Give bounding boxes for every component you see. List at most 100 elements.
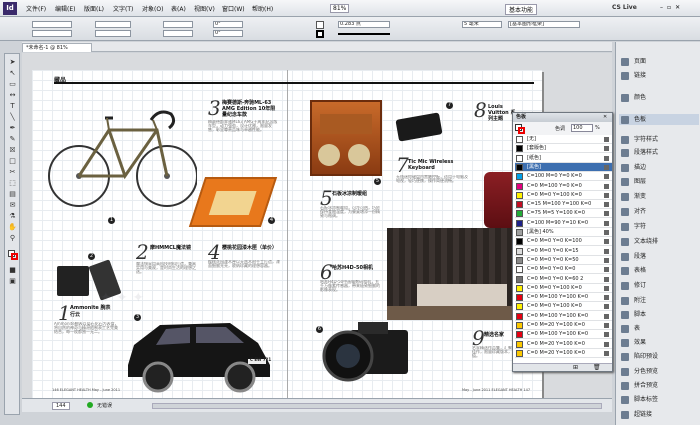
swatch-item[interactable]: C=0 M=0 Y=0 K=15: [515, 247, 612, 256]
swatch-item[interactable]: C=0 M=100 Y=0 K=0: [515, 182, 612, 191]
swatch-item[interactable]: C=0 M=100 Y=100 K=0: [515, 312, 612, 321]
dock-flattener-preview[interactable]: 拼合预览: [619, 380, 699, 391]
dock-trap-presets[interactable]: 陷印预设: [619, 351, 699, 362]
note-tool-icon[interactable]: ✉: [7, 201, 18, 210]
swatch-item[interactable]: C=0 M=0 Y=0 K=0: [515, 265, 612, 275]
apply-color-icon[interactable]: ■: [7, 266, 18, 275]
free-transform-tool-icon[interactable]: ⬚: [7, 179, 18, 188]
x-field[interactable]: [32, 21, 72, 28]
zoom-level[interactable]: 81%: [330, 4, 350, 13]
dock-track-changes[interactable]: 修订: [619, 280, 699, 291]
scale-x-field[interactable]: [163, 21, 193, 28]
menu-edit[interactable]: 编辑(E): [55, 4, 75, 13]
menu-table[interactable]: 表(A): [171, 4, 186, 13]
direct-selection-tool-icon[interactable]: ↖: [7, 69, 18, 78]
window-controls[interactable]: –▫✕: [660, 4, 684, 11]
swatch-item[interactable]: C=0 M=20 Y=100 K=0: [515, 321, 612, 330]
swatch-item[interactable]: [纸色]: [515, 154, 612, 163]
document-tab[interactable]: *未命名-1 @ 81%: [22, 43, 92, 52]
gap-tool-icon[interactable]: ↔: [7, 91, 18, 100]
menu-view[interactable]: 视图(V): [194, 4, 215, 13]
swatch-item[interactable]: C=0 M=100 Y=100 K=0: [515, 330, 612, 340]
dock-color[interactable]: 颜色: [619, 92, 699, 103]
swatch-item[interactable]: C=15 M=100 Y=100 K=0: [515, 200, 612, 210]
stroke-weight-field[interactable]: 0.283 点: [338, 21, 390, 28]
line-tool-icon[interactable]: ╲: [7, 113, 18, 122]
y-field[interactable]: [32, 30, 72, 37]
dock-swatches[interactable]: 色板: [619, 114, 699, 125]
swatch-item[interactable]: C=75 M=5 Y=100 K=0: [515, 209, 612, 219]
swatch-item[interactable]: C=0 M=0 Y=100 K=0: [515, 191, 612, 200]
dock-links[interactable]: 链接: [619, 70, 699, 81]
dock-gradient[interactable]: 渐变: [619, 191, 699, 202]
fill-swatch[interactable]: [316, 21, 324, 29]
menu-type[interactable]: 文字(T): [113, 4, 133, 13]
swatch-item[interactable]: C=0 M=20 Y=100 K=0: [515, 349, 612, 358]
dock-separations-preview[interactable]: 分色预览: [619, 366, 699, 377]
rotation-field[interactable]: 0°: [213, 21, 243, 28]
wooden-box-image[interactable]: [310, 100, 382, 176]
dock-pages[interactable]: 页面: [619, 56, 699, 67]
selection-tool-icon[interactable]: ➤: [7, 58, 18, 67]
scissors-tool-icon[interactable]: ✂: [7, 168, 18, 177]
stroke-icon[interactable]: [11, 253, 18, 260]
swatch-item[interactable]: [黑色] 40%: [515, 228, 612, 237]
swatch-list[interactable]: [无] [套版色] [纸色] [黑色] C=100 M=0 Y=0 K=0 C=0 M=1…: [513, 135, 612, 363]
scale-y-field[interactable]: [163, 30, 193, 37]
tint-field[interactable]: 100: [571, 124, 593, 132]
menu-help[interactable]: 帮助(H): [252, 4, 273, 13]
dock-align[interactable]: 对齐: [619, 206, 699, 217]
cs-live[interactable]: CS Live: [612, 4, 637, 11]
height-field[interactable]: [95, 30, 131, 37]
page-number-field[interactable]: 144: [52, 402, 70, 410]
page-spread[interactable]: 藏品 1 4 3 梅赛德斯-奔驰ML-63 AMG Edition 10年限量纪…: [32, 70, 542, 398]
mirror-device-image[interactable]: [57, 266, 89, 296]
dock-text-wrap[interactable]: 文本绕排: [619, 236, 699, 247]
dock-character-styles[interactable]: 字符样式: [619, 134, 699, 145]
gradient-tool-icon[interactable]: ▤: [7, 190, 18, 199]
swatch-item[interactable]: C=0 M=0 Y=100 K=0: [515, 302, 612, 312]
swatch-item[interactable]: C=0 M=0 Y=0 K=100: [515, 237, 612, 247]
rectangle-tool-icon[interactable]: □: [7, 157, 18, 166]
swatch-item[interactable]: C=0 M=20 Y=100 K=0: [515, 340, 612, 349]
menu-window[interactable]: 窗口(W): [222, 4, 245, 13]
dock-paragraph[interactable]: 段落: [619, 251, 699, 262]
swatch-item[interactable]: C=0 M=0 Y=0 K=60 2: [515, 275, 612, 284]
menu-file[interactable]: 文件(F): [26, 4, 46, 13]
swatch-item[interactable]: C=100 M=0 Y=0 K=0: [515, 172, 612, 182]
width-field[interactable]: [95, 21, 131, 28]
dock-layers[interactable]: 图层: [619, 176, 699, 187]
zoom-tool-icon[interactable]: ⚲: [7, 234, 18, 243]
dock-effects[interactable]: 效果: [619, 337, 699, 348]
dock-character[interactable]: 字符: [619, 221, 699, 232]
swatch-item[interactable]: [无]: [515, 135, 612, 144]
object-style-select[interactable]: [基本图形框架]: [508, 21, 580, 28]
menu-object[interactable]: 对象(O): [142, 4, 163, 13]
dock-script-label[interactable]: 脚本标签: [619, 394, 699, 405]
pencil-tool-icon[interactable]: ✎: [7, 135, 18, 144]
bicycle-image[interactable]: [47, 78, 197, 218]
dock-table-styles[interactable]: 表格: [619, 265, 699, 276]
horizontal-scrollbar[interactable]: [152, 403, 602, 409]
dock-paragraph-styles[interactable]: 段落样式: [619, 147, 699, 158]
dock-hyperlinks[interactable]: 超链接: [619, 409, 699, 420]
panel-close-icon[interactable]: ✕: [603, 114, 607, 120]
dock-notes[interactable]: 附注: [619, 295, 699, 306]
suv-image[interactable]: [120, 315, 275, 395]
page-tool-icon[interactable]: ▭: [7, 80, 18, 89]
eyedropper-tool-icon[interactable]: ⚗: [7, 212, 18, 221]
dock-stroke[interactable]: 描边: [619, 162, 699, 173]
swatch-item[interactable]: [套版色]: [515, 144, 612, 154]
delete-swatch-icon[interactable]: 🗑: [593, 364, 601, 372]
swatch-item[interactable]: C=0 M=100 Y=100 K=0: [515, 293, 612, 303]
menu-layout[interactable]: 版面(L): [84, 4, 104, 13]
new-swatch-icon[interactable]: ⊞: [573, 364, 578, 372]
type-tool-icon[interactable]: T: [7, 102, 18, 111]
dock-table[interactable]: 表: [619, 323, 699, 334]
swatch-item[interactable]: [黑色]: [515, 162, 612, 172]
camera-image[interactable]: [320, 322, 420, 392]
shear-field[interactable]: 0°: [213, 30, 243, 37]
workspace-switcher[interactable]: 基本功能: [505, 4, 538, 15]
stroke-icon[interactable]: [518, 127, 525, 134]
swatch-item[interactable]: C=100 M=90 Y=10 K=0: [515, 219, 612, 228]
